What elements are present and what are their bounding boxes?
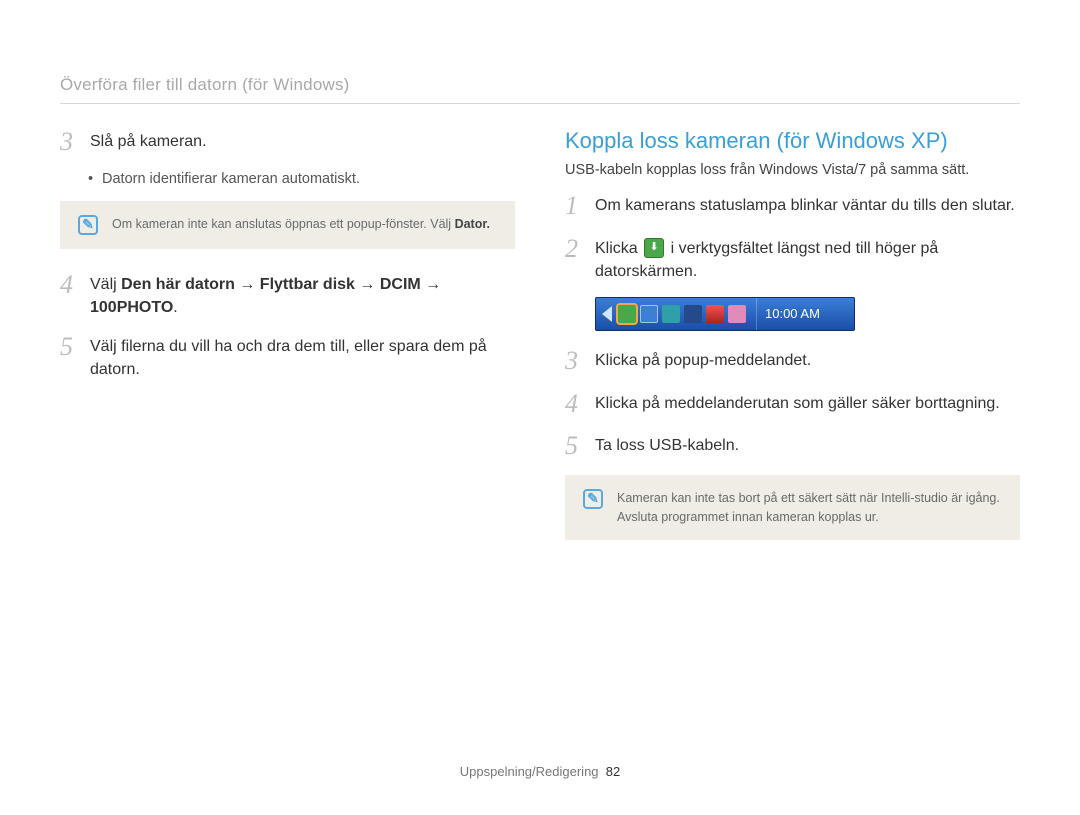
note-icon: ✎: [78, 215, 98, 235]
note-box-left: ✎ Om kameran inte kan anslutas öppnas et…: [60, 201, 515, 249]
section-intro: USB-kabeln kopplas loss från Windows Vis…: [565, 162, 1020, 178]
tray-shield-icon: [640, 305, 658, 323]
step-text: Välj Den här datorn → Flyttbar disk → DC…: [90, 271, 515, 319]
step-number: 5: [565, 432, 595, 461]
tray-expand-arrow-icon: [602, 306, 612, 322]
tray-misc-icon: [728, 305, 746, 323]
step-3: 3 Slå på kameran.: [60, 128, 515, 157]
step-text: Klicka på meddelanderutan som gäller säk…: [595, 390, 1000, 419]
step4-path: Den här datorn → Flyttbar disk → DCIM → …: [90, 276, 441, 316]
step4-suffix: .: [173, 299, 177, 316]
note-text-bold: Dator.: [455, 217, 490, 231]
left-column: 3 Slå på kameran. Datorn identifierar ka…: [60, 128, 515, 562]
two-column-layout: 3 Slå på kameran. Datorn identifierar ka…: [60, 128, 1020, 562]
r-step-5: 5 Ta loss USB-kabeln.: [565, 432, 1020, 461]
system-tray-graphic: 10:00 AM: [595, 297, 855, 331]
note-box-right: ✎ Kameran kan inte tas bort på ett säker…: [565, 475, 1020, 541]
header-rule: [60, 103, 1020, 104]
step-text: Välj filerna du vill ha och dra dem till…: [90, 333, 515, 381]
step-number: 5: [60, 333, 90, 381]
step-text: Klicka på popup-meddelandet.: [595, 347, 811, 376]
page-header: Överföra filer till datorn (för Windows): [60, 75, 1020, 95]
footer-section: Uppspelning/Redigering: [460, 764, 599, 779]
step-number: 4: [60, 271, 90, 319]
footer-page-number: 82: [606, 764, 620, 779]
r-step-3: 3 Klicka på popup-meddelandet.: [565, 347, 1020, 376]
r-step2-prefix: Klicka: [595, 240, 642, 257]
tray-network-icon: [662, 305, 680, 323]
step-text: Ta loss USB-kabeln.: [595, 432, 739, 461]
note-icon: ✎: [583, 489, 603, 509]
step4-prefix: Välj: [90, 276, 121, 293]
tray-safely-remove-icon: [618, 305, 636, 323]
right-column: Koppla loss kameran (för Windows XP) USB…: [565, 128, 1020, 562]
tray-volume-icon: [706, 305, 724, 323]
step-number: 4: [565, 390, 595, 419]
note-text-part-a: Om kameran inte kan anslutas öppnas ett …: [112, 217, 455, 231]
step-number: 1: [565, 192, 595, 221]
step-text: Slå på kameran.: [90, 128, 207, 157]
step-3-subbullet: Datorn identifierar kameran automatiskt.: [102, 171, 515, 187]
r-step-2: 2 Klicka ⬇ i verktygsfältet längst ned t…: [565, 235, 1020, 283]
step-4: 4 Välj Den här datorn → Flyttbar disk → …: [60, 271, 515, 319]
note-text: Om kameran inte kan anslutas öppnas ett …: [112, 215, 490, 234]
note-text: Kameran kan inte tas bort på ett säkert …: [617, 489, 1002, 527]
tray-display-icon: [684, 305, 702, 323]
step-number: 3: [60, 128, 90, 157]
step-5: 5 Välj filerna du vill ha och dra dem ti…: [60, 333, 515, 381]
step-text: Om kamerans statuslampa blinkar väntar d…: [595, 192, 1015, 221]
r-step-4: 4 Klicka på meddelanderutan som gäller s…: [565, 390, 1020, 419]
step-text: Klicka ⬇ i verktygsfältet längst ned til…: [595, 235, 1020, 283]
tray-clock: 10:00 AM: [756, 298, 828, 330]
safely-remove-icon: ⬇: [644, 238, 664, 258]
section-title: Koppla loss kameran (för Windows XP): [565, 128, 1020, 154]
step-number: 3: [565, 347, 595, 376]
r-step-1: 1 Om kamerans statuslampa blinkar väntar…: [565, 192, 1020, 221]
page-footer: Uppspelning/Redigering 82: [0, 764, 1080, 779]
step-number: 2: [565, 235, 595, 283]
